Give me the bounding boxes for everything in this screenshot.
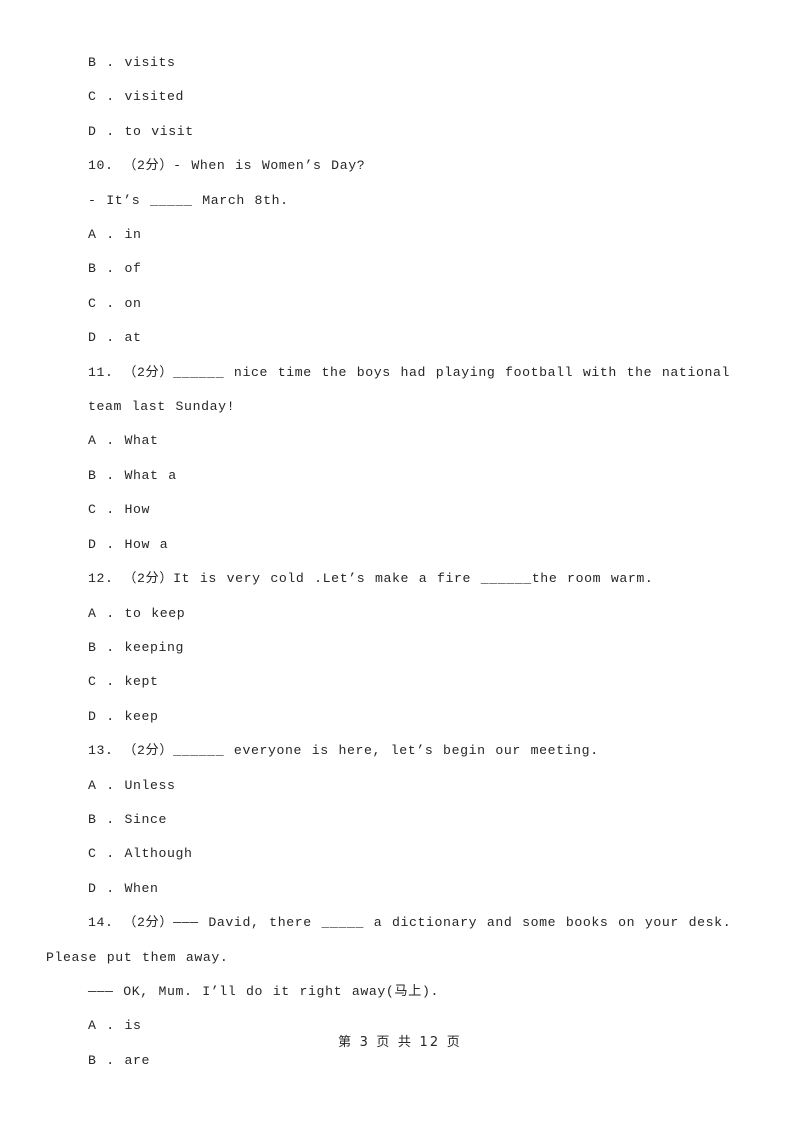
answer-option[interactable]: C . How xyxy=(46,493,756,527)
answer-option[interactable]: C . on xyxy=(46,287,756,321)
answer-option[interactable]: A . Unless xyxy=(46,769,756,803)
answer-option[interactable]: D . to visit xyxy=(46,115,756,149)
question-stem-13: 13. （2分）______ everyone is here, let’s b… xyxy=(88,743,599,759)
exam-page: B . visits C . visited D . to visit 10. … xyxy=(0,0,800,1132)
answer-option[interactable]: A . in xyxy=(46,218,756,252)
answer-option[interactable]: D . keep xyxy=(46,700,756,734)
answer-option[interactable]: C . visited xyxy=(46,80,756,114)
answer-option[interactable]: C . Although xyxy=(46,837,756,871)
answer-option[interactable]: D . How a xyxy=(46,528,756,562)
question-stem-11: 11. （2分）______ nice time the boys had pl… xyxy=(88,364,731,415)
answer-option[interactable]: A . to keep xyxy=(46,597,756,631)
answer-option[interactable]: C . kept xyxy=(46,665,756,699)
answer-option[interactable]: D . When xyxy=(46,872,756,906)
question-stem-10: 10. （2分）- When is Women’s Day? xyxy=(88,158,366,174)
answer-option[interactable]: A . What xyxy=(46,424,756,458)
page-footer-text: 第 3 页 共 12 页 xyxy=(338,1035,462,1050)
answer-option[interactable]: B . keeping xyxy=(46,631,756,665)
answer-option[interactable]: B . visits xyxy=(46,46,756,80)
answer-option[interactable]: B . Since xyxy=(46,803,756,837)
question-stem-14: 14. （2分）——— David, there _____ a diction… xyxy=(46,915,732,965)
answer-option[interactable]: D . at xyxy=(46,321,756,355)
page-content: B . visits C . visited D . to visit 10. … xyxy=(46,46,756,1078)
question-stem-10-reply: - It’s _____ March 8th. xyxy=(88,192,289,208)
question-stem-14-reply: ——— OK, Mum. I’ll do it right away(马上). xyxy=(88,983,439,999)
question-stem-12: 12. （2分）It is very cold .Let’s make a fi… xyxy=(88,571,654,587)
answer-option[interactable]: B . What a xyxy=(46,459,756,493)
answer-option[interactable]: B . of xyxy=(46,252,756,286)
page-footer: 第 3 页 共 12 页 xyxy=(0,1031,800,1050)
